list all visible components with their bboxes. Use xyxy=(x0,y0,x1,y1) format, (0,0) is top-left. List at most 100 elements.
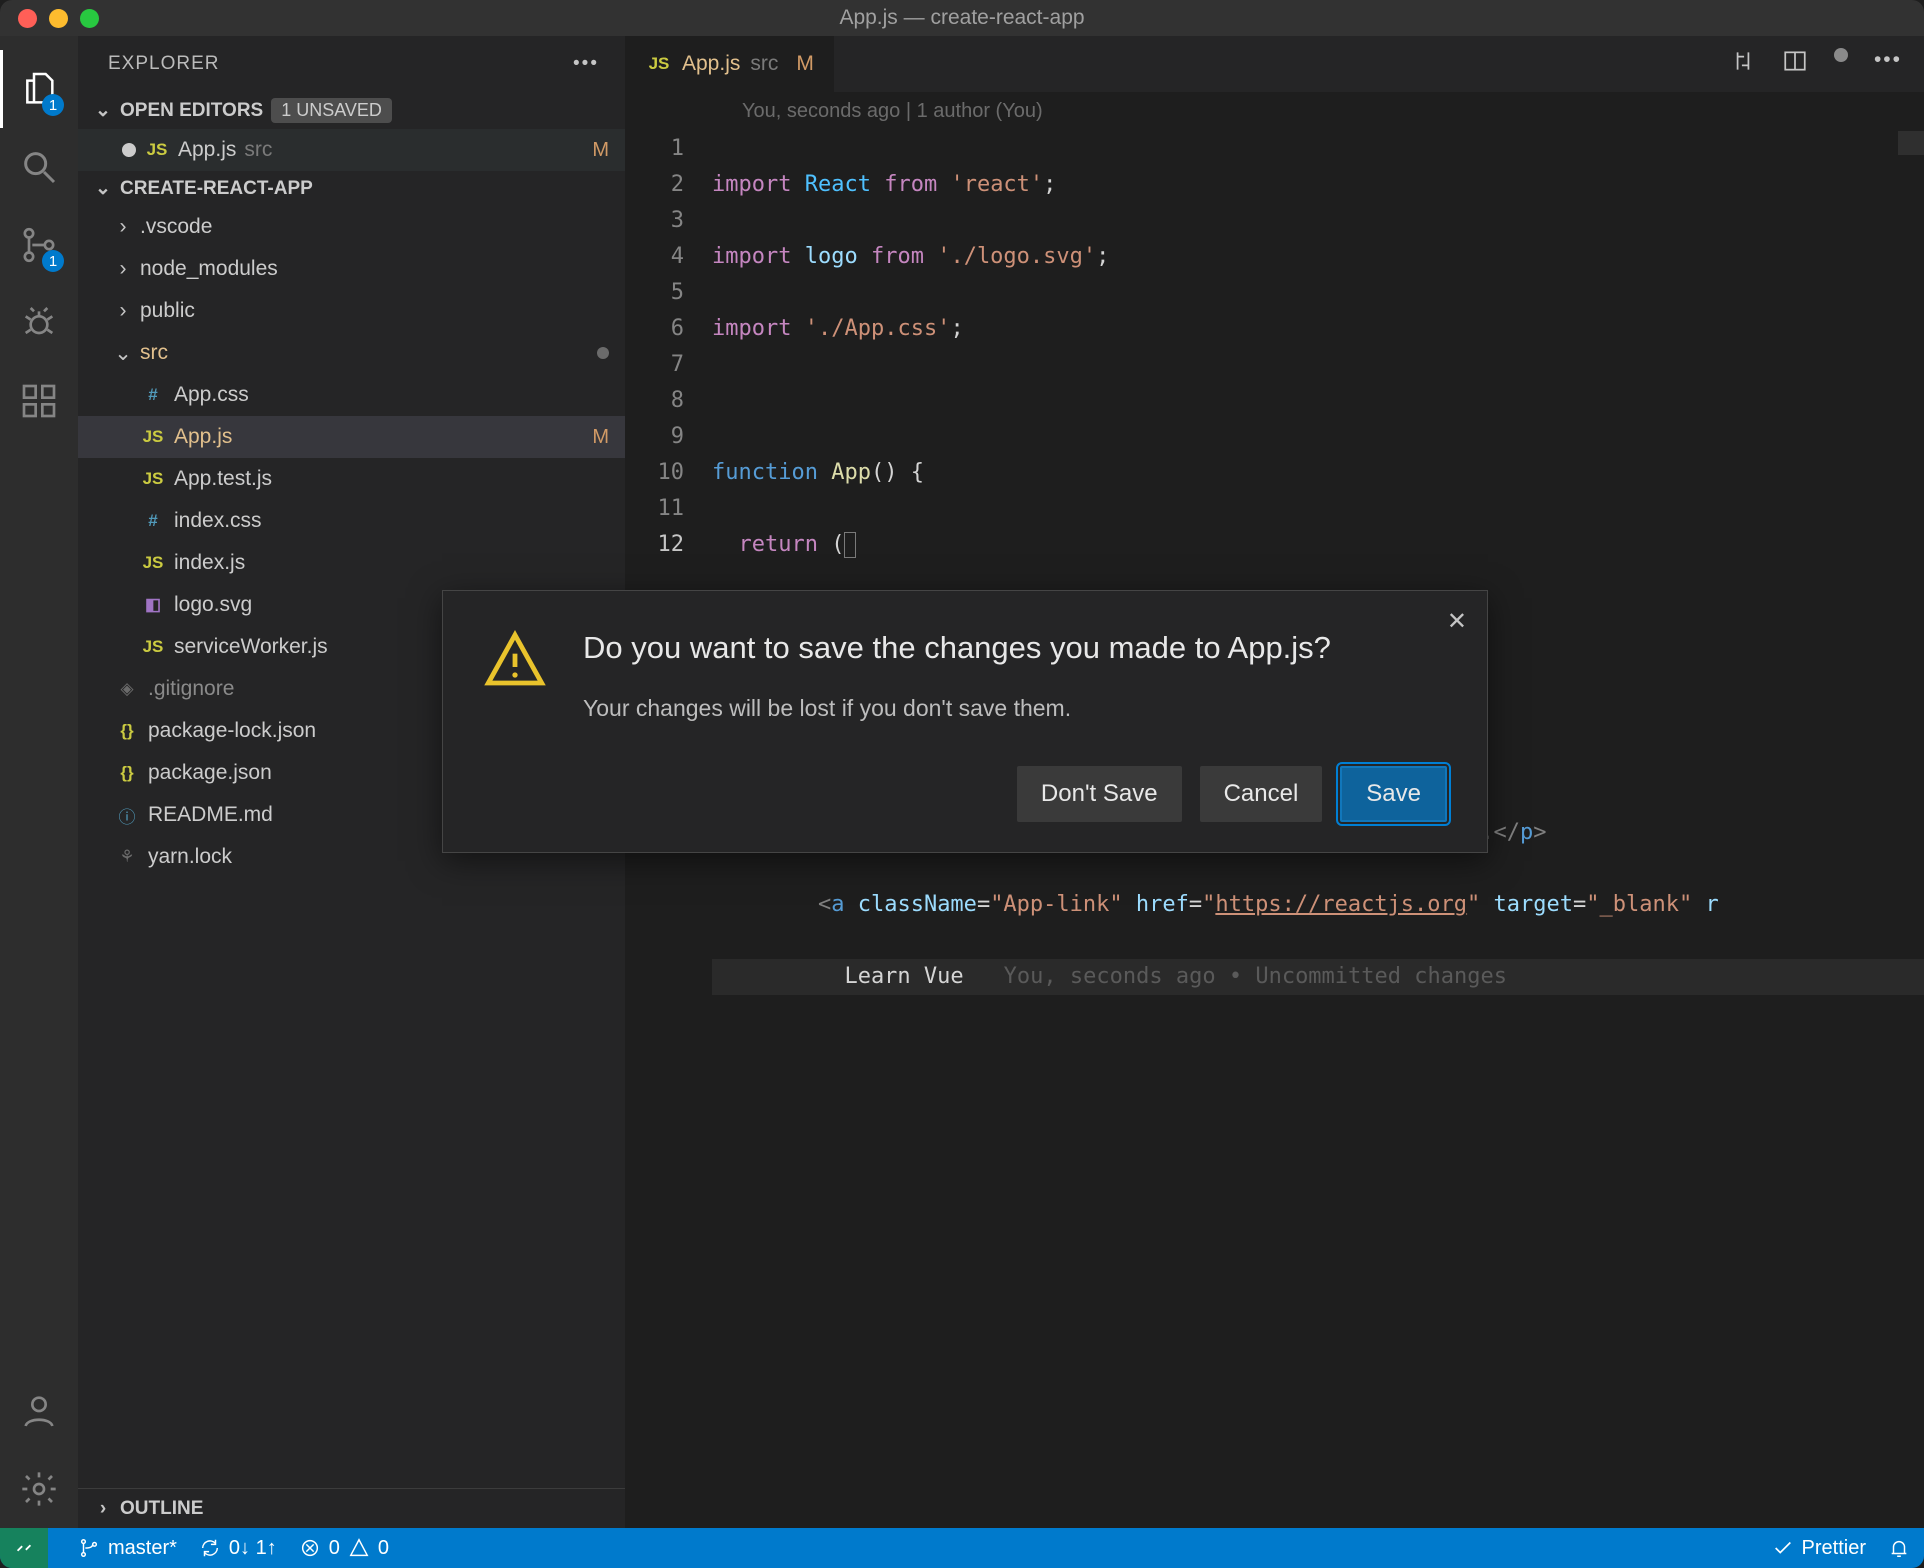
notifications-button[interactable] xyxy=(1888,1537,1910,1559)
file-name: README.md xyxy=(148,803,273,827)
chevron-down-icon: ⌄ xyxy=(94,177,112,200)
js-file-icon xyxy=(144,140,170,160)
blame-header: You, seconds ago | 1 author (You) xyxy=(626,92,1924,131)
prettier-label: Prettier xyxy=(1802,1537,1866,1560)
lock-file-icon xyxy=(114,847,140,867)
file-name: App.test.js xyxy=(174,467,272,491)
open-editor-filename: App.js xyxy=(178,138,236,162)
explorer-title: EXPLORER xyxy=(108,53,219,75)
file-name: serviceWorker.js xyxy=(174,635,328,659)
tab-dir: src xyxy=(750,52,778,76)
tab-status: M xyxy=(796,52,814,76)
git-file-icon xyxy=(114,679,140,699)
js-file-icon xyxy=(140,427,166,447)
outline-label: OUTLINE xyxy=(120,1498,203,1520)
file-item[interactable]: App.css xyxy=(78,374,625,416)
folder-item-src[interactable]: ⌄ src xyxy=(78,332,625,374)
modified-folder-icon xyxy=(597,347,609,359)
dialog-title: Do you want to save the changes you made… xyxy=(583,627,1447,669)
file-item[interactable]: App.test.js xyxy=(78,458,625,500)
save-dialog: ✕ Do you want to save the changes you ma… xyxy=(442,590,1488,853)
json-file-icon xyxy=(114,763,140,783)
activity-extensions[interactable] xyxy=(0,362,78,440)
dialog-message: Your changes will be lost if you don't s… xyxy=(583,695,1447,722)
css-file-icon xyxy=(140,385,166,405)
prettier-indicator[interactable]: Prettier xyxy=(1772,1537,1866,1560)
file-name: App.css xyxy=(174,383,249,407)
extensions-icon xyxy=(19,381,59,421)
errors-count: 0 xyxy=(329,1537,340,1560)
activity-explorer[interactable]: 1 xyxy=(0,50,78,128)
chevron-right-icon: › xyxy=(114,215,132,239)
editor-tab[interactable]: App.js src M xyxy=(626,36,834,92)
open-editor-status: M xyxy=(592,139,609,162)
file-name: .gitignore xyxy=(148,677,234,701)
folder-name: node_modules xyxy=(140,257,278,281)
folder-name: .vscode xyxy=(140,215,212,239)
cancel-button[interactable]: Cancel xyxy=(1200,766,1323,822)
file-item[interactable]: index.css xyxy=(78,500,625,542)
file-name: package-lock.json xyxy=(148,719,316,743)
js-file-icon xyxy=(140,637,166,657)
bug-icon xyxy=(19,303,59,343)
activity-settings[interactable] xyxy=(0,1450,78,1528)
file-name: yarn.lock xyxy=(148,845,232,869)
chevron-down-icon: ⌄ xyxy=(94,99,112,122)
file-item[interactable]: App.js M xyxy=(78,416,625,458)
editor-more-button[interactable]: ••• xyxy=(1874,48,1902,80)
file-name: logo.svg xyxy=(174,593,252,617)
js-file-icon xyxy=(140,553,166,573)
dont-save-button[interactable]: Don't Save xyxy=(1017,766,1182,822)
file-status: M xyxy=(592,426,609,449)
activity-accounts[interactable] xyxy=(0,1372,78,1450)
branch-name: master* xyxy=(108,1537,177,1560)
dirty-indicator-icon xyxy=(1834,48,1848,62)
warning-icon xyxy=(483,627,547,822)
problems-indicator[interactable]: 0 0 xyxy=(299,1537,389,1560)
activity-search[interactable] xyxy=(0,128,78,206)
json-file-icon xyxy=(114,721,140,741)
sync-text: 0↓ 1↑ xyxy=(229,1537,277,1560)
compare-changes-button[interactable] xyxy=(1730,48,1756,80)
css-file-icon xyxy=(140,511,166,531)
account-icon xyxy=(19,1391,59,1431)
folder-item[interactable]: › public xyxy=(78,290,625,332)
activity-debug[interactable] xyxy=(0,284,78,362)
project-header[interactable]: ⌄ CREATE-REACT-APP xyxy=(78,171,625,206)
md-file-icon xyxy=(114,803,140,828)
minimap[interactable] xyxy=(1898,131,1924,155)
dialog-close-button[interactable]: ✕ xyxy=(1447,607,1467,636)
file-name: index.js xyxy=(174,551,245,575)
file-name: package.json xyxy=(148,761,272,785)
warnings-count: 0 xyxy=(378,1537,389,1560)
status-bar: master* 0↓ 1↑ 0 0 Prettier xyxy=(0,1528,1924,1568)
split-editor-button[interactable] xyxy=(1782,48,1808,80)
js-file-icon xyxy=(646,54,672,74)
project-label: CREATE-REACT-APP xyxy=(120,178,313,200)
sync-indicator[interactable]: 0↓ 1↑ xyxy=(199,1537,277,1560)
open-editor-item[interactable]: App.js src M xyxy=(78,129,625,171)
tab-filename: App.js xyxy=(682,52,740,76)
branch-indicator[interactable]: master* xyxy=(78,1537,177,1560)
file-item[interactable]: index.js xyxy=(78,542,625,584)
open-editors-header[interactable]: ⌄ OPEN EDITORS 1 UNSAVED xyxy=(78,92,625,129)
editor-tabbar: App.js src M ••• xyxy=(626,36,1924,92)
inline-blame: You, seconds ago • Uncommitted changes xyxy=(1004,959,1507,995)
save-button[interactable]: Save xyxy=(1340,766,1447,822)
explorer-more-button[interactable]: ••• xyxy=(573,53,599,75)
file-name: App.js xyxy=(174,425,232,449)
remote-indicator[interactable] xyxy=(0,1528,48,1568)
chevron-right-icon: › xyxy=(114,299,132,323)
scm-badge: 1 xyxy=(42,250,64,272)
activity-scm[interactable]: 1 xyxy=(0,206,78,284)
folder-name: public xyxy=(140,299,195,323)
folder-item[interactable]: › .vscode xyxy=(78,206,625,248)
svg-file-icon xyxy=(140,595,166,615)
open-editor-dir: src xyxy=(244,138,272,162)
folder-item[interactable]: › node_modules xyxy=(78,248,625,290)
outline-header[interactable]: › OUTLINE xyxy=(78,1488,625,1528)
chevron-right-icon: › xyxy=(94,1498,112,1520)
chevron-right-icon: › xyxy=(114,257,132,281)
folder-name: src xyxy=(140,341,168,365)
window-title: App.js — create-react-app xyxy=(0,6,1924,30)
